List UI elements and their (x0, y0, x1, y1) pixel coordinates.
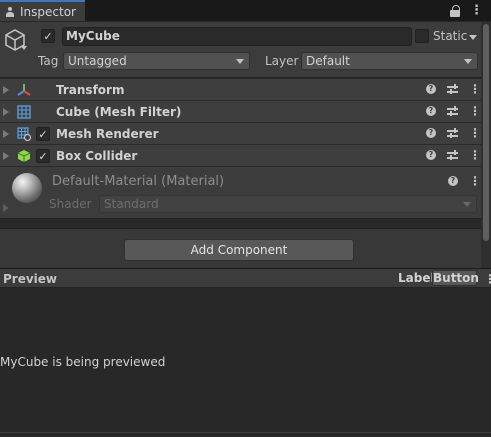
preview-title: Preview (3, 272, 58, 286)
kebab-menu-icon[interactable]: ⋮ (469, 105, 481, 117)
shader-dropdown[interactable]: Standard (99, 195, 477, 213)
kebab-menu-icon[interactable]: ⋮ (469, 127, 481, 139)
help-icon[interactable]: ? (448, 176, 458, 186)
scrollbar-thumb[interactable] (483, 24, 489, 241)
chevron-down-icon (464, 59, 472, 64)
inspector-tab[interactable]: Inspector (0, 0, 85, 21)
component-list: Transform ? ⋮ Cube (Mesh Filter) ? ⋮ ✓ M… (0, 79, 481, 219)
material-sphere-icon (12, 173, 42, 203)
inspector-scrollbar[interactable] (481, 22, 491, 268)
component-mesh-renderer[interactable]: ✓ Mesh Renderer ? ⋮ (0, 123, 481, 145)
static-chevron-down-icon[interactable] (469, 35, 477, 40)
material-title: Default-Material (Material) (52, 174, 225, 189)
add-component-area: Add Component (0, 228, 481, 268)
component-tools: ? ⋮ (426, 105, 481, 117)
material-section: Default-Material (Material) ? ⋮ Shader S… (0, 167, 481, 219)
shader-label: Shader (49, 197, 92, 211)
mesh-filter-grid-icon (17, 105, 31, 119)
component-transform[interactable]: Transform ? ⋮ (0, 79, 481, 101)
shader-dropdown-value: Standard (104, 197, 159, 211)
name-field[interactable]: MyCube (62, 27, 412, 46)
presets-sliders-icon[interactable] (447, 128, 458, 138)
kebab-menu-icon[interactable]: ⋮ (470, 4, 483, 17)
inspector-tab-label: Inspector (20, 4, 76, 19)
layer-dropdown-value: Default (306, 54, 350, 68)
component-title: Mesh Renderer (56, 127, 159, 141)
layer-label: Layer (265, 54, 299, 68)
component-title: Box Collider (56, 149, 138, 163)
help-icon[interactable]: ? (426, 106, 436, 116)
component-title: Cube (Mesh Filter) (56, 105, 182, 119)
preview-button[interactable]: Button (432, 270, 479, 286)
foldout-arrow-icon[interactable] (3, 108, 9, 116)
tag-dropdown-value: Untagged (68, 54, 127, 68)
component-tools: ? ⋮ (426, 149, 481, 161)
preview-body-text: MyCube is being previewed (0, 355, 166, 369)
component-tools: ? ⋮ (426, 127, 481, 139)
foldout-arrow-icon[interactable] (3, 86, 9, 94)
preview-header[interactable]: Preview Label Button ⋮ (0, 268, 491, 288)
component-mesh-filter[interactable]: Cube (Mesh Filter) ? ⋮ (0, 101, 481, 123)
help-icon[interactable]: ? (426, 150, 436, 160)
lock-icon[interactable] (450, 4, 460, 17)
material-tools: ? ⋮ (448, 175, 481, 187)
foldout-arrow-icon[interactable] (3, 204, 9, 212)
help-icon[interactable]: ? (426, 128, 436, 138)
tag-dropdown[interactable]: Untagged (63, 52, 250, 70)
add-component-button[interactable]: Add Component (124, 239, 354, 261)
gameobject-header: ✓ MyCube Static Tag Untagged Layer Defau… (0, 22, 481, 78)
foldout-arrow-icon[interactable] (3, 152, 9, 160)
info-icon (5, 6, 15, 17)
transform-axes-icon (17, 84, 31, 96)
static-checkbox[interactable] (415, 29, 429, 43)
kebab-menu-icon[interactable]: ⋮ (469, 83, 481, 95)
foldout-arrow-icon[interactable] (3, 130, 9, 138)
chevron-down-icon (236, 59, 244, 64)
active-checkbox[interactable]: ✓ (41, 29, 55, 43)
component-box-collider[interactable]: ✓ Box Collider ? ⋮ (0, 145, 481, 167)
title-bar-tools: ⋮ (450, 2, 483, 19)
box-collider-icon (17, 150, 31, 162)
kebab-menu-icon[interactable]: ⋮ (484, 272, 491, 286)
presets-sliders-icon[interactable] (447, 106, 458, 116)
kebab-menu-icon[interactable]: ⋮ (469, 149, 481, 161)
layer-dropdown[interactable]: Default (301, 52, 478, 70)
component-tools: ? ⋮ (426, 83, 481, 95)
help-icon[interactable]: ? (426, 84, 436, 94)
component-enabled-checkbox[interactable]: ✓ (36, 149, 50, 163)
component-title: Transform (56, 83, 125, 97)
tag-label: Tag (38, 54, 59, 68)
title-bar: Inspector ⋮ (0, 0, 491, 21)
component-enabled-checkbox[interactable]: ✓ (36, 127, 50, 141)
static-label[interactable]: Static (433, 29, 467, 43)
presets-sliders-icon[interactable] (447, 150, 458, 160)
chevron-down-icon (463, 202, 471, 207)
kebab-menu-icon[interactable]: ⋮ (469, 175, 481, 187)
presets-sliders-icon[interactable] (447, 84, 458, 94)
mesh-renderer-icon (17, 127, 31, 141)
preview-area: MyCube is being previewed (0, 289, 491, 433)
icon-picker-chevron-icon[interactable] (21, 46, 27, 50)
preview-label: Label (398, 271, 435, 285)
